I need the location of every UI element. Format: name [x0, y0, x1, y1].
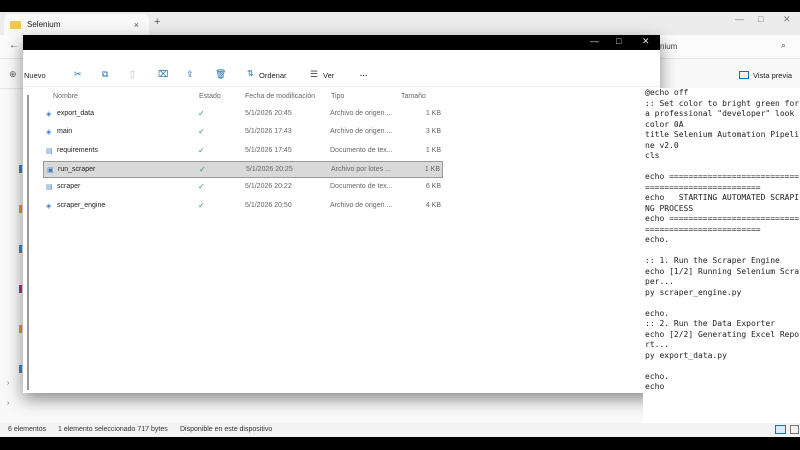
file-size: 4 KB	[425, 201, 441, 209]
file-size: 1 KB	[425, 146, 441, 154]
sync-status-icon: ✓	[198, 182, 205, 192]
screen-bottom-border	[0, 437, 800, 450]
new-icon[interactable]: ⊕	[9, 69, 17, 80]
details-view-button[interactable]	[775, 425, 786, 434]
file-date: 5/1/2026 20:50	[245, 201, 292, 209]
file-size: 1 KB	[425, 110, 441, 117]
status-bar: 6 elementos 1 elemento seleccionado 717 …	[0, 423, 800, 437]
file-name: scraper_engine	[57, 201, 106, 209]
file-row[interactable]: ▣ run_scraper ✓ 5/1/2026 20:25 Archivo p…	[43, 160, 443, 178]
file-name: export_data	[57, 110, 94, 117]
sync-status-icon: ✓	[198, 145, 205, 155]
more-options-button[interactable]: ···	[360, 71, 368, 80]
back-arrow-icon[interactable]: ←	[9, 40, 19, 51]
file-row[interactable]: ▤ scraper ✓ 5/1/2026 20:22 Documento de …	[43, 179, 443, 196]
nav-icon[interactable]	[19, 285, 22, 293]
window-title-bar[interactable]: — □ ✕	[23, 35, 660, 50]
file-size: 1 KB	[424, 165, 440, 173]
column-header-status[interactable]: Estado	[199, 93, 221, 100]
python-file-icon: ◈	[46, 129, 52, 137]
preview-button[interactable]: Vista previa	[753, 71, 792, 80]
view-button[interactable]: Ver	[323, 71, 334, 80]
bg-minimize-button[interactable]: —	[735, 14, 744, 24]
file-row[interactable]: ▤ requirements ✓ 5/1/2026 17:45 Document…	[43, 143, 443, 160]
nav-sidebar: › ›	[0, 95, 23, 425]
view-icon: ☰	[310, 69, 319, 79]
new-button[interactable]: Nuevo	[24, 71, 46, 80]
file-type: Archivo de origen ...	[330, 201, 393, 209]
sync-status-icon: ✓	[198, 200, 205, 210]
screen-top-border	[0, 0, 800, 12]
text-file-icon: ▤	[46, 184, 53, 192]
command-bar: ⊕ Nuevo ✂ ⧉ ▯ ⌧ ⇪ 🗑 ⇅ Ordenar ☰ Ver ···	[9, 61, 660, 87]
file-date: 5/1/2026 17:45	[245, 146, 292, 154]
file-row[interactable]: ◈ scraper_engine ✓ 5/1/2026 20:50 Archiv…	[43, 198, 443, 215]
maximize-button[interactable]: □	[616, 36, 621, 46]
close-button[interactable]: ✕	[642, 36, 650, 47]
file-name: main	[57, 128, 73, 136]
batch-file-icon: ▣	[47, 166, 54, 174]
sort-icon: ⇅	[247, 69, 254, 78]
file-row[interactable]: ◈ main ✓ 5/1/2026 17:43 Archivo de orige…	[43, 124, 443, 141]
sort-button[interactable]: Ordenar	[259, 71, 287, 80]
minimize-button[interactable]: —	[590, 36, 599, 46]
item-count: 6 elementos	[8, 426, 47, 433]
explorer-tab-bar: Selenium × +	[0, 12, 800, 35]
tab-title: Selenium	[27, 20, 61, 29]
search-icon[interactable]: ⌕	[781, 40, 786, 51]
nav-icon[interactable]	[19, 205, 22, 213]
text-file-icon: ▤	[46, 147, 53, 155]
file-name: scraper	[57, 183, 81, 191]
file-name: run_scraper	[58, 165, 96, 173]
file-type: Archivo de origen ...	[330, 110, 393, 117]
column-header-date[interactable]: Fecha de modificación	[245, 93, 315, 100]
file-name: requirements	[57, 146, 98, 154]
close-tab-icon[interactable]: ×	[134, 20, 139, 30]
python-file-icon: ◈	[46, 111, 52, 118]
tiles-view-button[interactable]	[790, 425, 799, 434]
file-type: Archivo por lotes ...	[331, 165, 391, 173]
pane-divider	[27, 95, 29, 390]
share-icon[interactable]: ⇪	[186, 69, 194, 80]
availability-status: Disponible en este dispositivo	[180, 426, 273, 433]
file-size: 6 KB	[425, 183, 441, 191]
file-date: 5/1/2026 20:22	[245, 183, 292, 191]
address-text: nium	[660, 42, 678, 51]
bg-maximize-button[interactable]: □	[758, 14, 763, 24]
file-type: Documento de tex...	[330, 146, 393, 154]
sync-status-icon: ✓	[198, 109, 205, 118]
file-size: 3 KB	[425, 128, 441, 136]
preview-pane-icon	[739, 71, 749, 79]
rename-icon[interactable]: ⌧	[158, 69, 168, 80]
sync-status-icon: ✓	[199, 164, 206, 174]
delete-icon[interactable]: 🗑	[215, 69, 226, 80]
tab-selenium[interactable]: Selenium ×	[4, 14, 149, 35]
front-explorer-window: — □ ✕ ⊕ Nuevo ✂ ⧉ ▯ ⌧ ⇪ 🗑 ⇅ Ordenar ☰ Ve…	[9, 35, 660, 393]
selection-info: 1 elemento seleccionado 717 bytes	[58, 426, 168, 433]
column-header-name[interactable]: Nombre	[53, 93, 78, 100]
file-type: Documento de tex...	[330, 183, 393, 191]
paste-icon[interactable]: ▯	[130, 69, 135, 80]
folder-icon	[10, 20, 21, 29]
nav-icon[interactable]	[19, 245, 22, 253]
file-date: 5/1/2026 17:43	[245, 128, 292, 136]
column-header-type[interactable]: Tipo	[331, 93, 344, 100]
expand-chevron-icon[interactable]: ›	[7, 380, 9, 387]
expand-chevron-icon[interactable]: ›	[7, 400, 9, 407]
file-preview-pane: @echo off :: Set color to bright green f…	[643, 88, 800, 423]
bg-close-button[interactable]: ✕	[783, 14, 791, 25]
nav-icon[interactable]	[19, 325, 22, 333]
file-date: 5/1/2026 20:45	[245, 110, 292, 117]
file-type: Archivo de origen ...	[330, 128, 393, 136]
copy-icon[interactable]: ⧉	[102, 69, 108, 80]
sync-status-icon: ✓	[198, 127, 205, 137]
new-tab-button[interactable]: +	[154, 16, 160, 28]
nav-icon[interactable]	[19, 365, 22, 373]
file-date: 5/1/2026 20:25	[246, 165, 293, 173]
nav-icon[interactable]	[19, 165, 22, 173]
cut-icon[interactable]: ✂	[74, 69, 82, 80]
python-file-icon: ◈	[46, 202, 52, 210]
file-row[interactable]: ◈ export_data ✓ 5/1/2026 20:45 Archivo d…	[43, 106, 443, 123]
column-header-size[interactable]: Tamaño	[401, 93, 426, 100]
